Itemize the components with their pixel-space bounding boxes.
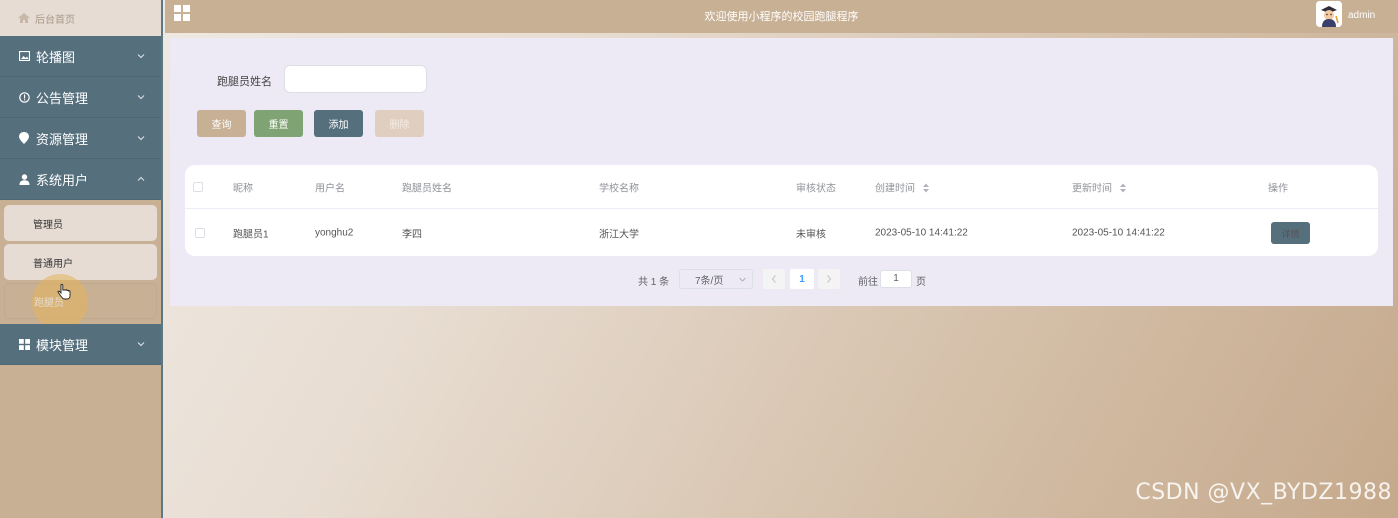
chevron-down-icon: [137, 95, 145, 100]
sort-icon[interactable]: [922, 183, 929, 192]
cell-school: 浙江大学: [599, 229, 639, 241]
chevron-down-icon: [137, 342, 145, 347]
chevron-down-icon: [137, 136, 145, 141]
sidebar-item-label: 普通用户: [33, 258, 73, 270]
column-header: 用户名: [315, 183, 345, 194]
page-jump-input[interactable]: 1: [880, 270, 912, 288]
detail-button[interactable]: 详情: [1271, 222, 1310, 244]
reset-button[interactable]: 重置: [254, 110, 303, 137]
cell-username: yonghu2: [315, 227, 354, 239]
sidebar-home-link[interactable]: 后台首页: [0, 0, 161, 36]
submenu-system-users: 管理员 普通用户 跑腿员: [0, 200, 161, 330]
table-header: 昵称 用户名 跑腿员姓名 学校名称 审核状态 创建时间 更新时间 操作: [185, 165, 1378, 209]
column-header: 审核状态: [796, 183, 836, 194]
column-header: 昵称: [233, 183, 253, 194]
chevron-up-icon: [137, 176, 145, 181]
column-header: 跑腿员姓名: [402, 183, 452, 194]
data-table: 昵称 用户名 跑腿员姓名 学校名称 审核状态 创建时间 更新时间 操作 跑腿员1…: [185, 165, 1378, 256]
sidebar-group-label: 模块管理: [36, 337, 89, 353]
hand-cursor-icon: [57, 284, 71, 300]
sidebar-item-admins[interactable]: 管理员: [4, 205, 157, 241]
avatar[interactable]: [1316, 1, 1342, 27]
page-title: 欢迎使用小程序的校园跑腿程序: [704, 11, 859, 23]
home-icon: [18, 13, 30, 23]
runner-name-input[interactable]: [284, 65, 427, 93]
chevron-down-icon: [137, 54, 145, 59]
page-size-select[interactable]: 7条/页: [679, 269, 753, 289]
page-number-button[interactable]: 1: [790, 269, 814, 289]
top-header: 欢迎使用小程序的校园跑腿程序 admin: [165, 0, 1398, 33]
column-header-sortable[interactable]: 创建时间: [875, 179, 929, 194]
location-pin-icon: [18, 132, 30, 144]
sidebar-group-label: 轮播图: [36, 49, 76, 65]
sidebar-group-modules[interactable]: 模块管理: [0, 324, 161, 365]
cell-updated-time: 2023-05-10 14:41:22: [1072, 227, 1165, 239]
sidebar-item-label: 管理员: [33, 219, 63, 231]
avatar-icon: [1316, 1, 1342, 27]
info-circle-icon: [18, 91, 30, 103]
sidebar-group-system-users[interactable]: 系统用户: [0, 159, 161, 200]
username[interactable]: admin: [1348, 10, 1375, 21]
page-size-value: 7条/页: [695, 275, 724, 287]
delete-button[interactable]: 删除: [375, 110, 424, 137]
sidebar-item-runners[interactable]: 跑腿员: [4, 274, 157, 330]
sidebar-group-label: 公告管理: [36, 90, 89, 106]
row-checkbox[interactable]: [195, 228, 205, 238]
column-header: 操作: [1268, 183, 1288, 194]
cell-runner-name: 李四: [402, 229, 422, 241]
search-label: 跑腿员姓名: [217, 76, 272, 88]
sidebar-group-carousel[interactable]: 轮播图: [0, 36, 161, 77]
column-header-label: 更新时间: [1072, 183, 1112, 194]
sidebar-group-announcements[interactable]: 公告管理: [0, 77, 161, 118]
grid-icon: [18, 338, 30, 350]
cell-status: 未审核: [796, 229, 826, 241]
select-all-checkbox[interactable]: [193, 181, 203, 192]
query-button[interactable]: 查询: [197, 110, 246, 137]
chevron-right-icon: [827, 275, 832, 283]
user-icon: [18, 173, 30, 185]
column-header-label: 创建时间: [875, 183, 915, 194]
pagination-total: 共 1 条: [638, 277, 670, 288]
next-page-button[interactable]: [818, 269, 840, 289]
image-icon: [18, 50, 30, 62]
watermark: CSDN @VX_BYDZ1988: [1135, 480, 1392, 505]
page-suffix-label: 页: [916, 277, 926, 288]
sidebar-group-label: 资源管理: [36, 131, 89, 147]
chevron-down-icon: [739, 277, 746, 282]
cell-created-time: 2023-05-10 14:41:22: [875, 227, 968, 239]
column-header-sortable[interactable]: 更新时间: [1072, 179, 1126, 194]
prev-page-button[interactable]: [763, 269, 785, 289]
sidebar-item-regular-users[interactable]: 普通用户: [4, 244, 157, 280]
sidebar-group-resources[interactable]: 资源管理: [0, 118, 161, 159]
cell-nickname: 跑腿员1: [233, 229, 269, 241]
sidebar: 后台首页 轮播图 公告管理 资源管理 系统用户 管理员 普通用户 跑腿员 模块管…: [0, 0, 163, 518]
add-button[interactable]: 添加: [314, 110, 363, 137]
sort-icon[interactable]: [1119, 183, 1126, 192]
pagination: 共 1 条 7条/页 1 前往 1 页: [170, 269, 1393, 289]
column-header: 学校名称: [599, 183, 639, 194]
sidebar-group-label: 系统用户: [36, 172, 89, 188]
chevron-left-icon: [771, 275, 776, 283]
main-panel: 跑腿员姓名 查询 重置 添加 删除 昵称 用户名 跑腿员姓名 学校名称 审核状态…: [170, 38, 1393, 306]
table-row: 跑腿员1 yonghu2 李四 浙江大学 未审核 2023-05-10 14:4…: [185, 210, 1378, 256]
sidebar-home-label: 后台首页: [35, 14, 75, 26]
goto-label: 前往: [858, 277, 878, 288]
